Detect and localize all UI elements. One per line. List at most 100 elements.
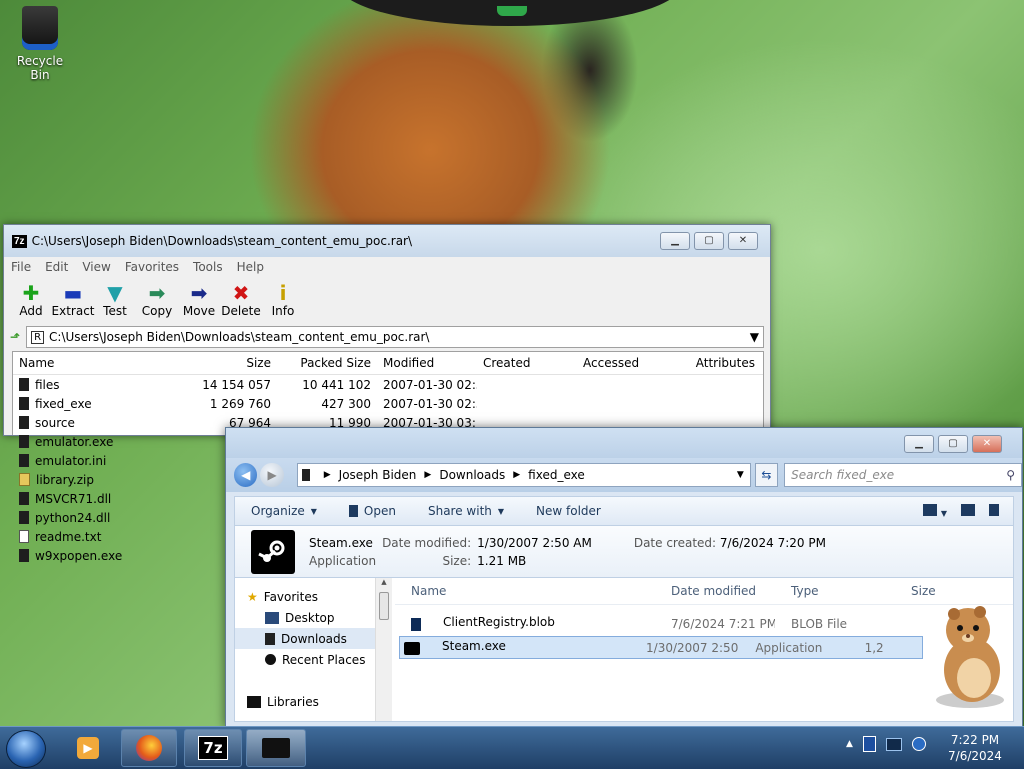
explorer-window: ▁ ▢ ✕ ◀ ▶ ▶ Joseph Biden ▶ Downloads ▶ f… [225, 427, 1023, 727]
sevenzip-path-field[interactable]: R C:\Users\Joseph Biden\Downloads\steam_… [26, 326, 764, 348]
menu-favorites[interactable]: Favorites [118, 260, 186, 274]
explorer-titlebar[interactable]: ▁ ▢ ✕ [226, 428, 1022, 458]
list-item[interactable]: ClientRegistry.blob 7/6/2024 7:21 PM BLO… [395, 613, 1013, 634]
maximize-button[interactable]: ▢ [938, 435, 968, 453]
info-button[interactable]: i Info [262, 277, 304, 323]
search-icon: ⚲ [1006, 468, 1015, 482]
details-size-label: Size: [442, 554, 472, 568]
steam-app-icon [348, 505, 358, 517]
copy-button[interactable]: ➡ Copy [136, 277, 178, 323]
col-accessed[interactable]: Accessed [577, 356, 677, 370]
minimize-button[interactable]: ▁ [660, 232, 690, 250]
clock-date: 7/6/2024 [948, 749, 1002, 763]
scroll-thumb[interactable] [379, 592, 389, 620]
breadcrumb-fixed-exe[interactable]: fixed_exe [528, 468, 585, 482]
back-button[interactable]: ◀ [234, 463, 258, 487]
menu-view[interactable]: View [75, 260, 117, 274]
details-date-modified-label: Date modified: [382, 536, 472, 550]
archive-icon: R [31, 330, 45, 344]
close-button[interactable]: ✕ [728, 232, 758, 250]
breadcrumb-downloads[interactable]: Downloads [439, 468, 505, 482]
nav-libraries[interactable]: Libraries [235, 691, 375, 712]
chevron-down-icon: ▼ [497, 506, 505, 516]
up-folder-icon[interactable]: ⬏ [10, 330, 20, 344]
file-list-headers: Name Date modified Type Size [395, 578, 1013, 605]
menu-tools[interactable]: Tools [186, 260, 230, 274]
volume-icon[interactable] [911, 737, 926, 751]
steam-tray-icon[interactable] [862, 736, 876, 752]
details-file-type: Application [309, 554, 377, 568]
menu-edit[interactable]: Edit [38, 260, 75, 274]
nav-desktop[interactable]: Desktop [235, 607, 375, 628]
breadcrumb-separator-icon: ▶ [323, 470, 331, 480]
nav-downloads[interactable]: Downloads [235, 628, 375, 649]
col-attributes[interactable]: Attributes [677, 356, 761, 370]
top-dock-indicator [497, 6, 527, 16]
open-button[interactable]: Open [333, 504, 412, 518]
sevenzip-title: C:\Users\Joseph Biden\Downloads\steam_co… [31, 234, 413, 248]
col-name[interactable]: Name [395, 584, 655, 598]
recent-places-icon [265, 654, 276, 665]
network-icon[interactable] [885, 737, 902, 751]
sevenzip-window: 7z C:\Users\Joseph Biden\Downloads\steam… [3, 224, 771, 563]
change-view-button[interactable]: ▼ [923, 503, 947, 519]
table-row[interactable]: files 14 154 057 10 441 102 2007-01-30 0… [13, 375, 763, 394]
add-button[interactable]: ✚ Add [10, 277, 52, 323]
taskbar-media-player[interactable]: ▶ [64, 729, 112, 767]
chevron-down-icon[interactable]: ▼ [750, 330, 759, 344]
sevenzip-titlebar[interactable]: 7z C:\Users\Joseph Biden\Downloads\steam… [4, 225, 770, 257]
col-modified[interactable]: Modified [377, 356, 477, 370]
navigation-pane: ★ Favorites Desktop Downloads Recent Plac… [235, 578, 375, 721]
help-button[interactable] [989, 503, 999, 516]
move-arrow-icon: ➡ [190, 281, 208, 305]
col-created[interactable]: Created [477, 356, 577, 370]
move-button[interactable]: ➡ Move [178, 277, 220, 323]
taskbar-clock[interactable]: 7:22 PM 7/6/2024 [948, 732, 1002, 764]
col-name[interactable]: Name [13, 356, 177, 370]
firefox-icon [136, 735, 162, 761]
recycle-bin-desktop-icon[interactable]: Recycle Bin [6, 6, 74, 82]
blob-file-icon [411, 618, 421, 631]
extract-button[interactable]: ▬ Extract [52, 277, 95, 323]
new-folder-button[interactable]: New folder [520, 504, 617, 518]
organize-button[interactable]: Organize ▼ [235, 504, 333, 518]
taskbar-firefox[interactable] [121, 729, 177, 767]
details-file-name: Steam.exe [309, 536, 373, 550]
menu-help[interactable]: Help [230, 260, 271, 274]
plus-icon: ✚ [22, 281, 40, 305]
col-size[interactable]: Size [177, 356, 277, 370]
col-packed-size[interactable]: Packed Size [277, 356, 377, 370]
start-button[interactable] [6, 730, 46, 768]
delete-button[interactable]: ✖ Delete [220, 277, 262, 323]
chevron-down-icon: ▼ [310, 506, 317, 516]
test-button[interactable]: ▼ Test [94, 277, 136, 323]
close-button[interactable]: ✕ [972, 435, 1002, 453]
info-icon: i [279, 281, 287, 305]
col-size[interactable]: Size [895, 584, 975, 598]
breadcrumb-separator-icon: ▶ [424, 470, 432, 480]
col-type[interactable]: Type [775, 584, 895, 598]
taskbar-7zip[interactable]: 7z [184, 729, 242, 767]
navigation-scrollbar[interactable]: ▲ [375, 578, 392, 721]
explorer-address-bar[interactable]: ▶ Joseph Biden ▶ Downloads ▶ fixed_exe ▼ [296, 463, 751, 487]
sevenzip-menubar: File Edit View Favorites Tools Help [4, 257, 770, 277]
sevenzip-file-list: Name Size Packed Size Modified Created A… [12, 351, 764, 563]
table-row[interactable]: fixed_exe 1 269 760 427 300 2007-01-30 0… [13, 394, 763, 413]
share-with-button[interactable]: Share with ▼ [412, 504, 520, 518]
nav-favorites[interactable]: ★ Favorites [235, 586, 375, 607]
steam-icon [251, 530, 295, 574]
chevron-down-icon[interactable]: ▼ [737, 470, 744, 480]
nav-recent-places[interactable]: Recent Places [235, 649, 375, 670]
maximize-button[interactable]: ▢ [694, 232, 724, 250]
menu-file[interactable]: File [4, 260, 38, 274]
tray-chevron-icon[interactable]: ▲ [846, 739, 853, 749]
refresh-button[interactable]: ⇆ [754, 463, 779, 487]
minimize-button[interactable]: ▁ [904, 435, 934, 453]
list-item[interactable]: Steam.exe 1/30/2007 2:50 AM Application … [399, 636, 923, 659]
search-input[interactable]: Search fixed_exe ⚲ [784, 463, 1022, 487]
col-date-modified[interactable]: Date modified [655, 584, 775, 598]
taskbar-explorer[interactable] [246, 729, 306, 767]
preview-pane-button[interactable] [961, 503, 975, 516]
breadcrumb-user[interactable]: Joseph Biden [339, 468, 417, 482]
forward-button[interactable]: ▶ [260, 463, 284, 487]
